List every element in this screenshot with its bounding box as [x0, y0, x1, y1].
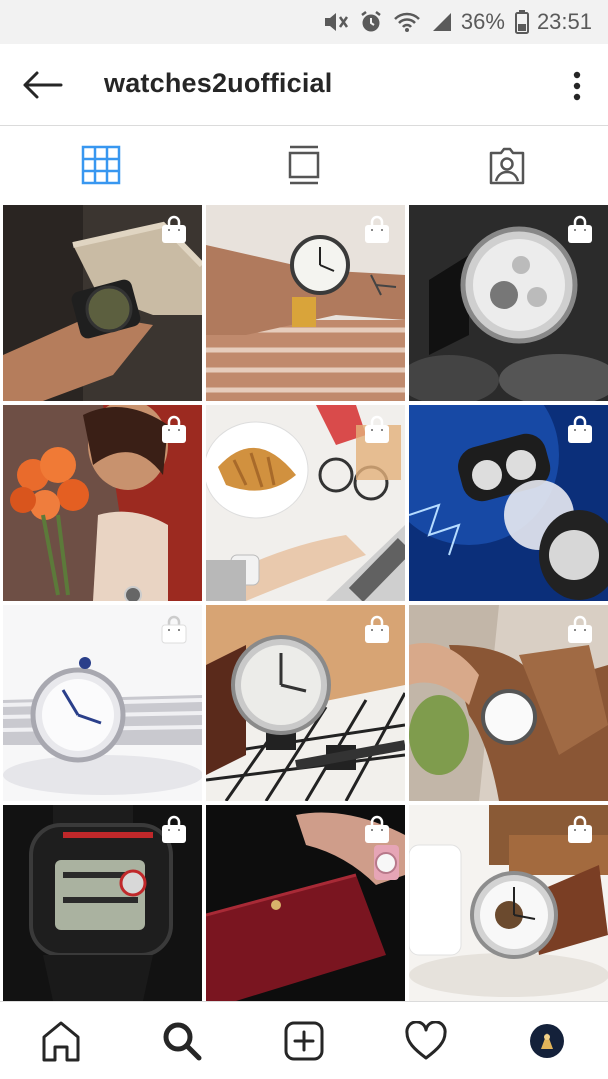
clock-time: 23:51 [536, 9, 592, 34]
shopping-bag-icon [365, 615, 389, 643]
shopping-bag-icon [162, 815, 186, 843]
alarm-icon [359, 10, 383, 34]
wifi-icon [393, 11, 421, 33]
shopping-bag-icon [365, 815, 389, 843]
feed-icon [288, 145, 320, 185]
status-bar: 36% 23:51 [0, 0, 608, 44]
nav-search[interactable] [122, 1002, 244, 1079]
battery-icon [514, 10, 529, 34]
nav-home[interactable] [0, 1002, 122, 1079]
tagged-person-icon [489, 147, 524, 185]
shopping-bag-icon [568, 215, 592, 243]
shopping-bag-icon [568, 615, 592, 643]
post-tile[interactable] [409, 405, 608, 601]
home-icon [42, 1021, 80, 1061]
search-icon [163, 1022, 202, 1060]
signal-icon [431, 11, 453, 33]
post-tile[interactable] [3, 605, 202, 801]
post-tile[interactable] [409, 605, 608, 801]
shopping-bag-icon [365, 215, 389, 243]
battery-percentage: 36% [460, 9, 505, 34]
post-tile[interactable] [206, 405, 405, 601]
tab-feed-view[interactable] [203, 126, 406, 204]
post-tile[interactable] [206, 605, 405, 801]
post-tile[interactable] [409, 805, 608, 1001]
shopping-bag-icon [568, 815, 592, 843]
profile-username: watches2uofficial [104, 68, 333, 98]
shopping-bag-icon [365, 415, 389, 443]
back-arrow-icon [23, 71, 63, 99]
top-app-bar: watches2uofficial [0, 44, 608, 126]
post-tile[interactable] [409, 205, 608, 401]
nav-activity[interactable] [365, 1002, 487, 1079]
post-tile[interactable] [3, 405, 202, 601]
post-tile[interactable] [206, 805, 405, 1001]
more-vertical-icon [573, 71, 581, 101]
grid-icon [82, 145, 121, 185]
shopping-bag-icon [161, 615, 187, 644]
back-button[interactable] [18, 65, 66, 105]
more-options-button[interactable] [562, 66, 592, 106]
add-post-icon [284, 1021, 324, 1060]
tab-grid-view[interactable] [0, 126, 203, 204]
shopping-bag-icon [568, 415, 592, 443]
tab-tagged-view[interactable] [405, 126, 608, 204]
profile-view-tabs [0, 126, 608, 204]
bottom-navigation [0, 1001, 608, 1079]
heart-icon [405, 1020, 447, 1059]
shopping-bag-icon [162, 415, 186, 443]
avatar-icon [530, 1023, 565, 1058]
post-tile[interactable] [3, 805, 202, 1001]
posts-grid [0, 205, 608, 1001]
mute-icon [323, 11, 349, 33]
nav-add-post[interactable] [243, 1002, 365, 1079]
nav-profile[interactable] [486, 1002, 608, 1079]
post-tile[interactable] [206, 205, 405, 401]
post-tile[interactable] [3, 205, 202, 401]
shopping-bag-icon [162, 215, 186, 243]
